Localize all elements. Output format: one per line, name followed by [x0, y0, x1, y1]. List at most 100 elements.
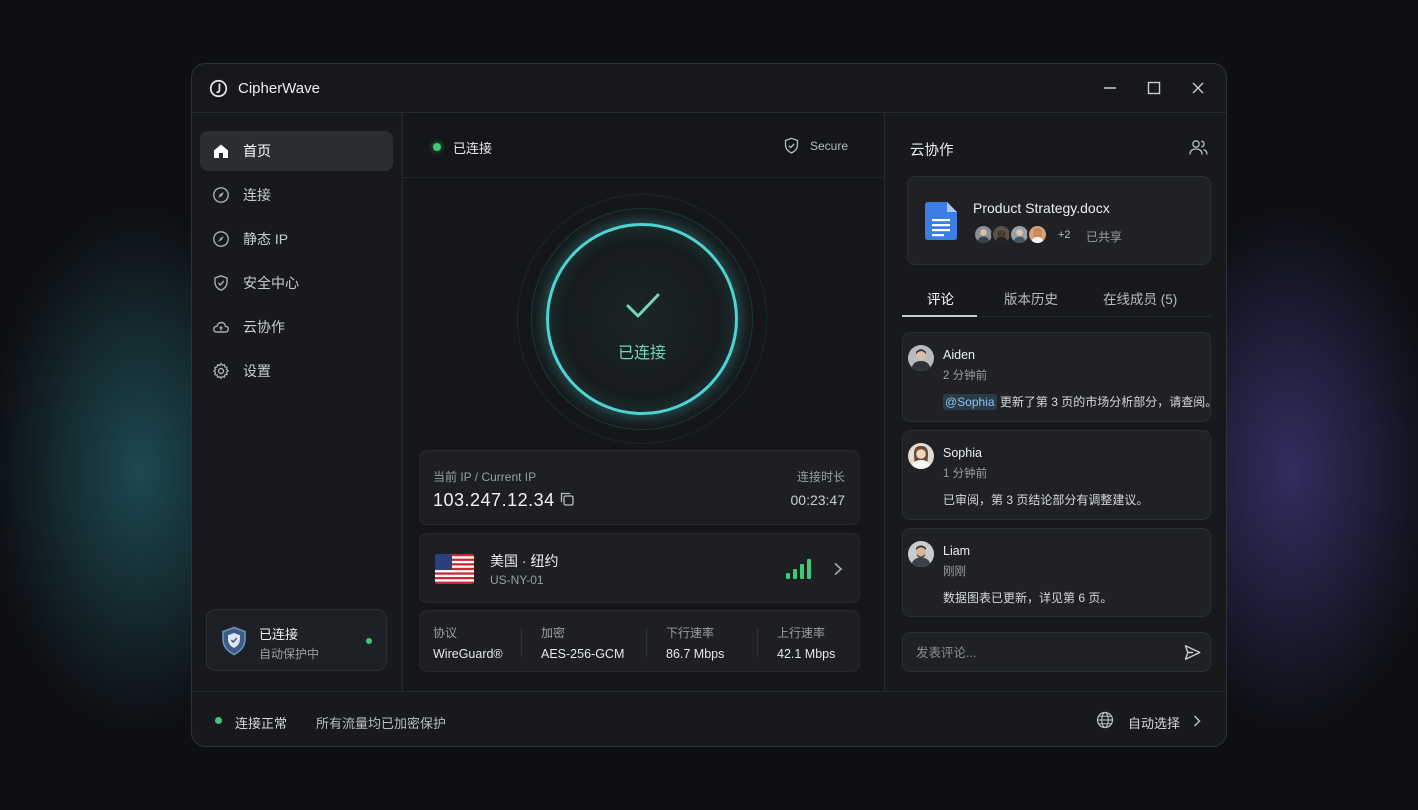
chevron-right-icon[interactable] — [1192, 714, 1202, 728]
stat-protocol: 协议 WireGuard® — [433, 624, 503, 661]
comment-text: @Sophia 更新了第 3 页的市场分析部分，请查阅。 — [943, 393, 1217, 410]
home-icon — [212, 142, 230, 160]
more-collaborators-count: +2 — [1058, 229, 1071, 241]
shield-icon — [212, 274, 230, 292]
current-ip-label: 当前 IP / Current IP — [433, 470, 537, 484]
app-title: CipherWave — [238, 80, 320, 97]
checkmark-icon — [626, 293, 660, 318]
send-icon[interactable] — [1184, 644, 1201, 661]
pin-icon — [212, 230, 230, 248]
comment-item: Aiden 2 分钟前 @Sophia 更新了第 3 页的市场分析部分，请查阅。 — [902, 332, 1217, 422]
ip-card: 当前 IP / Current IP 103.247.12.34 连接时长 00… — [419, 450, 860, 525]
maximize-button[interactable] — [1144, 78, 1164, 98]
stat-value: AES-256-GCM — [541, 647, 625, 661]
avatar — [1027, 224, 1048, 245]
shield-icon — [222, 626, 246, 656]
stat-download-speed: 下行速率 86.7 Mbps — [666, 624, 724, 661]
signal-strength-icon — [786, 559, 811, 579]
stat-label: 加密 — [541, 626, 566, 640]
connect-ring[interactable]: 已连接 — [517, 194, 767, 444]
us-flag-icon — [435, 554, 474, 584]
cloud-icon — [212, 318, 230, 336]
active-tab-indicator — [902, 315, 977, 317]
comment-author: Aiden — [943, 348, 975, 362]
comment-author: Liam — [943, 544, 971, 558]
sidebar-item-cloud[interactable]: 云协作 — [200, 307, 393, 347]
tab-version-history[interactable]: 版本历史 — [1004, 288, 1058, 308]
protection-status-card: 已连接 自动保护中 — [206, 609, 387, 671]
stat-label: 下行速率 — [666, 626, 715, 640]
comment-text: 已审阅，第 3 页结论部分有调整建议。 — [943, 493, 1149, 507]
stat-value: 42.1 Mbps — [777, 647, 836, 661]
compass-icon — [212, 186, 230, 204]
stat-value: 86.7 Mbps — [666, 647, 725, 661]
comment-body: 更新了第 3 页的市场分析部分，请查阅。 — [999, 395, 1218, 409]
stat-divider — [521, 627, 522, 657]
secure-label: Secure — [810, 139, 849, 153]
close-button[interactable] — [1188, 78, 1208, 98]
tab-comments[interactable]: 评论 — [927, 288, 954, 308]
shared-status: 已共享 — [1086, 230, 1123, 244]
server-location-card[interactable]: 美国 · 纽约 US-NY-01 — [419, 533, 860, 603]
avatar — [908, 345, 934, 371]
mention-link[interactable]: @Sophia — [943, 394, 997, 410]
protection-status-subtitle: 自动保护中 — [259, 647, 320, 661]
sidebar-item-label: 首页 — [243, 143, 271, 159]
collab-panel: 云协作 Product Strategy.docx +2 已共享 评论 版本历史… — [884, 113, 1226, 691]
sidebar-item-static-ip[interactable]: 静态 IP — [200, 219, 393, 259]
status-bar: 连接正常 所有流量均已加密保护 自动选择 — [192, 691, 1226, 746]
users-icon[interactable] — [1189, 139, 1208, 156]
collab-tabs: 评论 版本历史 在线成员 (5) — [902, 280, 1212, 317]
gear-icon — [212, 362, 230, 380]
app-logo-icon — [209, 79, 228, 98]
globe-icon — [1096, 711, 1114, 729]
shared-document-card[interactable]: Product Strategy.docx +2 已共享 — [907, 176, 1211, 265]
close-icon — [1192, 82, 1204, 94]
connection-status-label: 已连接 — [453, 141, 493, 156]
tab-online-members[interactable]: 在线成员 (5) — [1103, 288, 1177, 308]
stat-encryption: 加密 AES-256-GCM — [541, 624, 624, 661]
stat-label: 上行速率 — [777, 626, 826, 640]
sidebar-item-security[interactable]: 安全中心 — [200, 263, 393, 303]
sidebar-item-label: 云协作 — [243, 319, 285, 335]
stat-value: WireGuard® — [433, 647, 503, 661]
sidebar-item-connect[interactable]: 连接 — [200, 175, 393, 215]
title-bar: CipherWave — [192, 64, 1226, 113]
sidebar-item-label: 设置 — [243, 363, 271, 379]
sidebar-item-label: 静态 IP — [243, 231, 289, 247]
comment-item: Liam 刚刚 数据图表已更新，详见第 6 页。 — [902, 528, 1211, 617]
minimize-button[interactable] — [1100, 78, 1120, 98]
maximize-icon — [1147, 81, 1161, 95]
server-location-name: 美国 · 纽约 — [490, 553, 559, 569]
collaborator-avatars — [973, 224, 1048, 245]
server-mode-selector[interactable]: 自动选择 — [1128, 713, 1180, 732]
duration-value: 00:23:47 — [790, 492, 846, 508]
minimize-icon — [1104, 87, 1116, 89]
stat-label: 协议 — [433, 626, 458, 640]
ring-status-label: 已连接 — [617, 345, 666, 362]
sidebar: 首页 连接 静态 IP 安全中心 云协作 设置 已连接 自动保护中 — [192, 113, 403, 691]
shield-check-icon — [784, 137, 799, 154]
connection-header: 已连接 Secure — [403, 113, 884, 178]
copy-icon[interactable] — [559, 491, 575, 507]
comment-text: 数据图表已更新，详见第 6 页。 — [943, 591, 1113, 605]
connection-health: 连接正常 — [235, 716, 288, 731]
stat-upload-speed: 上行速率 42.1 Mbps — [777, 624, 835, 661]
chevron-right-icon — [834, 562, 843, 576]
comment-input[interactable] — [916, 643, 1166, 663]
encryption-message: 所有流量均已加密保护 — [316, 716, 447, 731]
connection-stats-card: 协议 WireGuard® 加密 AES-256-GCM 下行速率 86.7 M… — [419, 610, 860, 672]
duration-label: 连接时长 — [796, 470, 845, 484]
connected-indicator — [215, 717, 222, 724]
sidebar-item-label: 安全中心 — [243, 275, 299, 291]
sidebar-item-home[interactable]: 首页 — [200, 131, 393, 171]
connected-indicator — [433, 143, 441, 151]
current-ip-value: 103.247.12.34 — [433, 490, 555, 510]
connect-button[interactable]: 已连接 — [546, 223, 738, 415]
sidebar-item-settings[interactable]: 设置 — [200, 351, 393, 391]
connection-panel: 已连接 Secure 已连接 当前 IP / Current IP 103.24… — [403, 113, 884, 691]
sidebar-item-label: 连接 — [243, 187, 271, 203]
connected-indicator — [366, 638, 372, 644]
avatar — [908, 541, 934, 567]
protection-status-title: 已连接 — [259, 627, 299, 642]
